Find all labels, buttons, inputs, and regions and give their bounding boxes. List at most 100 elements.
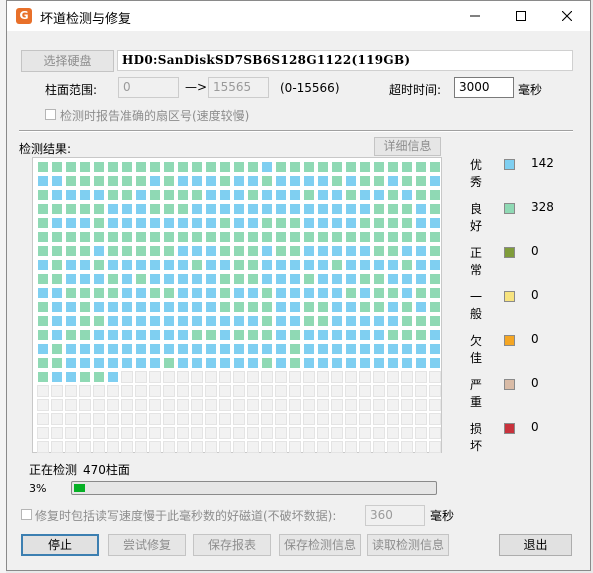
cylinder-cell bbox=[359, 301, 371, 313]
cylinder-cell bbox=[65, 245, 77, 257]
cylinder-cell bbox=[107, 343, 119, 355]
cylinder-cell bbox=[303, 371, 315, 383]
cylinder-cell bbox=[93, 357, 105, 369]
cylinder-cell bbox=[401, 231, 413, 243]
cylinder-cell bbox=[51, 231, 63, 243]
close-button[interactable] bbox=[544, 1, 590, 31]
cylinder-cell bbox=[149, 385, 161, 397]
title-bar[interactable]: G 坏道检测与修复 bbox=[7, 1, 590, 31]
cylinder-cell bbox=[331, 385, 343, 397]
cylinder-cell bbox=[233, 329, 245, 341]
cylinder-to-input[interactable]: 15565 bbox=[208, 77, 269, 98]
cylinder-cell bbox=[359, 413, 371, 425]
cylinder-cell bbox=[177, 189, 189, 201]
cylinder-cell bbox=[317, 231, 329, 243]
exit-button[interactable]: 退出 bbox=[499, 534, 572, 556]
window-title: 坏道检测与修复 bbox=[40, 12, 132, 27]
checking-value: 470柱面 bbox=[83, 463, 130, 477]
cylinder-cell bbox=[79, 217, 91, 229]
cylinder-cell bbox=[65, 175, 77, 187]
cylinder-cell bbox=[401, 287, 413, 299]
cylinder-cell bbox=[177, 287, 189, 299]
cylinder-cell bbox=[429, 343, 441, 355]
include-slow-checkbox[interactable] bbox=[21, 509, 32, 520]
cylinder-cell bbox=[219, 245, 231, 257]
cylinder-cell bbox=[429, 441, 441, 453]
cylinder-cell bbox=[429, 175, 441, 187]
try-repair-button[interactable]: 尝试修复 bbox=[108, 534, 186, 556]
cylinder-cell bbox=[387, 441, 399, 453]
cylinder-cell bbox=[331, 217, 343, 229]
stop-button[interactable]: 停止 bbox=[21, 534, 99, 556]
cylinder-cell bbox=[359, 245, 371, 257]
report-sector-checkbox[interactable] bbox=[45, 109, 56, 120]
cylinder-cell bbox=[149, 259, 161, 271]
minimize-button[interactable] bbox=[452, 1, 498, 31]
cylinder-cell bbox=[79, 357, 91, 369]
cylinder-cell bbox=[121, 161, 133, 173]
cylinder-cell bbox=[261, 161, 273, 173]
save-result-button[interactable]: 保存检测信息 bbox=[279, 534, 361, 556]
cylinder-cell bbox=[401, 175, 413, 187]
cylinder-cell bbox=[247, 259, 259, 271]
cylinder-cell bbox=[261, 189, 273, 201]
cylinder-cell bbox=[191, 273, 203, 285]
cylinder-cell bbox=[401, 273, 413, 285]
cylinder-cell bbox=[163, 245, 175, 257]
cylinder-cell bbox=[177, 203, 189, 215]
load-result-button[interactable]: 读取检测信息 bbox=[367, 534, 449, 556]
cylinder-cell bbox=[373, 203, 385, 215]
cylinder-cell bbox=[191, 287, 203, 299]
cylinder-cell bbox=[345, 413, 357, 425]
cylinder-cell bbox=[149, 343, 161, 355]
cylinder-cell bbox=[261, 217, 273, 229]
cylinder-cell bbox=[37, 343, 49, 355]
details-button[interactable]: 详细信息 bbox=[374, 137, 441, 156]
cylinder-cell bbox=[233, 161, 245, 173]
cylinder-cell bbox=[387, 273, 399, 285]
select-disk-button[interactable]: 选择硬盘 bbox=[21, 50, 114, 72]
cylinder-cell bbox=[135, 259, 147, 271]
cylinder-cell bbox=[359, 315, 371, 327]
cylinder-range-label: 柱面范围: bbox=[45, 83, 98, 97]
cylinder-from-input[interactable]: 0 bbox=[118, 77, 179, 98]
cylinder-cell bbox=[261, 371, 273, 383]
save-report-button[interactable]: 保存报表 bbox=[193, 534, 271, 556]
cylinder-cell bbox=[429, 259, 441, 271]
cylinder-cell bbox=[331, 203, 343, 215]
app-icon: G bbox=[16, 8, 32, 24]
legend-count: 328 bbox=[531, 200, 554, 214]
cylinder-cell bbox=[401, 161, 413, 173]
cylinder-cell bbox=[121, 371, 133, 383]
cylinder-cell bbox=[65, 343, 77, 355]
cylinder-cell bbox=[401, 371, 413, 383]
cylinder-cell bbox=[303, 441, 315, 453]
cylinder-cell bbox=[65, 259, 77, 271]
cylinder-cell bbox=[247, 427, 259, 439]
cylinder-cell bbox=[149, 287, 161, 299]
cylinder-cell bbox=[331, 273, 343, 285]
cylinder-cell bbox=[261, 273, 273, 285]
cylinder-cell bbox=[219, 343, 231, 355]
cylinder-cell bbox=[37, 161, 49, 173]
cylinder-cell bbox=[93, 315, 105, 327]
cylinder-cell bbox=[163, 231, 175, 243]
include-slow-label: 修复时包括读写速度慢于此毫秒数的好磁道(不破坏数据): bbox=[35, 509, 337, 523]
cylinder-cell bbox=[233, 273, 245, 285]
cylinder-cell bbox=[107, 203, 119, 215]
cylinder-cell bbox=[135, 399, 147, 411]
cylinder-cell bbox=[37, 203, 49, 215]
cylinder-cell bbox=[289, 301, 301, 313]
minimize-icon bbox=[470, 15, 480, 17]
cylinder-cell bbox=[233, 217, 245, 229]
cylinder-cell bbox=[401, 245, 413, 257]
cylinder-cell bbox=[373, 399, 385, 411]
cylinder-cell bbox=[303, 343, 315, 355]
bad-sector-dialog: G 坏道检测与修复 选择硬盘 HD0:SanDiskSD7SB6S128G112… bbox=[6, 0, 591, 571]
cylinder-cell bbox=[205, 371, 217, 383]
maximize-button[interactable] bbox=[498, 1, 544, 31]
timeout-input[interactable]: 3000 bbox=[454, 77, 514, 98]
slow-threshold-input[interactable]: 360 bbox=[365, 505, 425, 526]
legend-count: 0 bbox=[531, 332, 539, 346]
cylinder-cell bbox=[191, 231, 203, 243]
